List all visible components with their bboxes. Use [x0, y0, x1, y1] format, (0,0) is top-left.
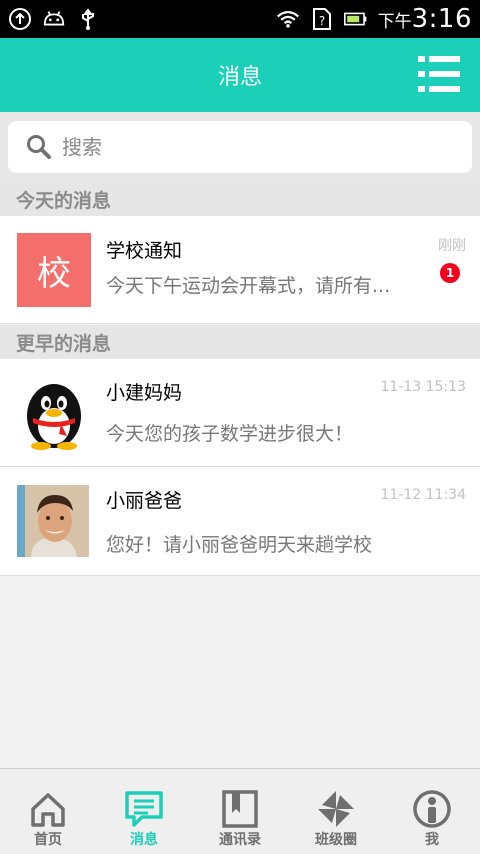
- message-sender: 学校通知: [106, 240, 183, 262]
- tab-me[interactable]: 我: [384, 769, 480, 854]
- qq-penguin-avatar: [17, 376, 91, 450]
- man-photo-avatar: [17, 485, 89, 557]
- search-box[interactable]: [8, 121, 472, 173]
- section-header-today: 今天的消息: [0, 182, 480, 216]
- search-icon: [27, 135, 51, 159]
- battery-icon: [343, 7, 368, 31]
- status-bar: ? 下午3:16: [0, 0, 480, 38]
- tab-messages[interactable]: 消息: [96, 769, 192, 854]
- menu-button[interactable]: [418, 54, 460, 94]
- chat-icon: [125, 791, 163, 827]
- section-header-earlier: 更早的消息: [0, 325, 480, 359]
- search-bar: [0, 112, 480, 182]
- android-icon: [42, 7, 66, 31]
- person-icon: [413, 790, 451, 828]
- tab-contacts[interactable]: 通讯录: [192, 769, 288, 854]
- usb-icon: [76, 7, 100, 31]
- tab-label: 我: [425, 832, 439, 848]
- pinwheel-icon: [318, 791, 354, 827]
- message-time: 11-13 15:13: [380, 379, 466, 395]
- message-preview: 今天您的孩子数学进步很大！: [106, 423, 354, 445]
- list-menu-icon: [418, 56, 460, 92]
- message-time: 刚刚: [438, 238, 466, 254]
- upload-icon: [8, 7, 32, 31]
- sim-unknown-icon: ?: [310, 7, 334, 31]
- message-time: 11-12 11:34: [380, 487, 466, 503]
- message-item-xiaojian-mom[interactable]: 小建妈妈 今天您的孩子数学进步很大！ 11-13 15:13: [0, 359, 480, 467]
- status-time-prefix: 下午: [377, 12, 412, 32]
- tab-class-circle[interactable]: 班级圈: [288, 769, 384, 854]
- status-time: 3:16: [411, 4, 472, 34]
- page-title: 消息: [217, 65, 262, 90]
- home-icon: [31, 793, 65, 827]
- avatar: 校: [17, 233, 91, 307]
- contacts-icon: [222, 790, 258, 828]
- svg-text:?: ?: [318, 14, 324, 28]
- bottom-tab-bar: 首页 消息 通讯录 班级圈 我: [0, 768, 480, 854]
- wifi-icon: [276, 7, 300, 31]
- message-preview: 今天下午运动会开幕式，请所有...: [106, 275, 391, 297]
- tab-label: 消息: [130, 832, 158, 848]
- app-header: 消息: [0, 38, 480, 112]
- tab-label: 通讯录: [219, 832, 261, 848]
- tab-home[interactable]: 首页: [0, 769, 96, 854]
- message-sender: 小丽爸爸: [106, 490, 183, 512]
- search-input[interactable]: [62, 135, 442, 159]
- message-preview: 您好！请小丽爸爸明天来趟学校: [106, 534, 373, 556]
- unread-badge: 1: [440, 263, 460, 283]
- tab-label: 班级圈: [315, 832, 357, 848]
- tab-label: 首页: [34, 832, 62, 848]
- message-sender: 小建妈妈: [106, 382, 183, 404]
- message-item-school-notice[interactable]: 校 学校通知 今天下午运动会开幕式，请所有... 刚刚 1: [0, 216, 480, 324]
- message-item-xiaoli-dad[interactable]: 小丽爸爸 您好！请小丽爸爸明天来趟学校 11-12 11:34: [0, 467, 480, 576]
